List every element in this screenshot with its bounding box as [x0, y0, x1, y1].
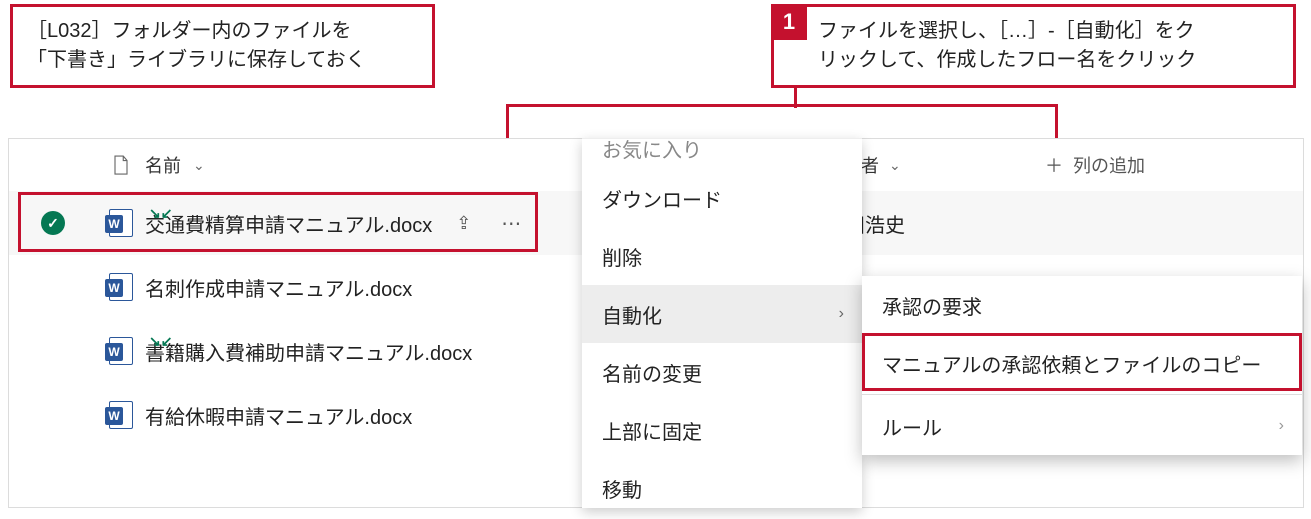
new-indicator-icon: ↘↙ [149, 333, 172, 350]
plus-icon: ＋ [1045, 152, 1063, 178]
menu-item-move[interactable]: 移動 [582, 459, 862, 508]
automate-submenu: 承認の要求 マニュアルの承認依頼とファイルのコピー ルール › [862, 276, 1302, 455]
chevron-down-icon: ⌄ [889, 157, 901, 174]
menu-label: 名前の変更 [602, 358, 702, 387]
word-icon [109, 337, 133, 365]
menu-item-pin[interactable]: 上部に固定 [582, 401, 862, 459]
step-number: 1 [783, 6, 795, 38]
share-icon[interactable]: ⇪ [456, 213, 471, 234]
step-badge: 1 [771, 4, 807, 40]
add-column-button[interactable]: ＋ 列の追加 [1045, 152, 1245, 178]
row-check[interactable]: ✓ [9, 211, 97, 235]
file-name: 有給休暇申請マニュアル.docx [145, 401, 412, 430]
submenu-item-approve[interactable]: 承認の要求 [862, 276, 1302, 334]
menu-label: ダウンロード [602, 184, 722, 213]
callout-left-line2: 「下書き」ライブラリに保存しておく [27, 49, 366, 71]
word-icon [109, 209, 133, 237]
menu-divider [862, 394, 1302, 395]
menu-label: 上部に固定 [602, 416, 702, 445]
menu-item-favorites[interactable]: お気に入り [582, 139, 862, 169]
callout-left: ［L032］フォルダー内のファイルを 「下書き」ライブラリに保存しておく [10, 4, 435, 88]
menu-label: 自動化 [602, 300, 662, 329]
chevron-down-icon: ⌄ [193, 157, 205, 174]
callout-left-line1: ［L032］フォルダー内のファイルを [27, 20, 352, 42]
menu-item-download[interactable]: ダウンロード [582, 169, 862, 227]
file-type-icon [97, 209, 145, 237]
file-type-icon [97, 401, 145, 429]
check-icon: ✓ [41, 211, 65, 235]
menu-item-automate[interactable]: 自動化 › [582, 285, 862, 343]
submenu-label: ルール [882, 412, 942, 441]
menu-label: 削除 [602, 242, 642, 271]
menu-label: お気に入り [602, 138, 702, 163]
header-file-icon[interactable] [97, 154, 145, 176]
context-menu: お気に入り ダウンロード 削除 自動化 › 名前の変更 上部に固定 移動 [582, 138, 862, 508]
file-name: 名刺作成申請マニュアル.docx [145, 273, 412, 302]
menu-item-delete[interactable]: 削除 [582, 227, 862, 285]
file-name: 書籍購入費補助申請マニュアル.docx [145, 337, 472, 366]
add-column-label: 列の追加 [1073, 152, 1145, 178]
chevron-right-icon: › [1279, 417, 1284, 435]
submenu-label: マニュアルの承認依頼とファイルのコピー [882, 349, 1261, 378]
connector-line [794, 85, 797, 108]
new-indicator-icon: ↘↙ [149, 205, 172, 222]
callout-right-line2: リックして、作成したフロー名をクリック [818, 49, 1196, 71]
header-name-label: 名前 [145, 152, 181, 178]
submenu-item-rules[interactable]: ルール › [862, 397, 1302, 455]
chevron-right-icon: › [839, 305, 844, 323]
word-icon [109, 273, 133, 301]
file-type-icon [97, 337, 145, 365]
word-icon [109, 401, 133, 429]
menu-item-rename[interactable]: 名前の変更 [582, 343, 862, 401]
submenu-label: 承認の要求 [882, 291, 982, 320]
more-actions-button[interactable]: ⋯ [501, 211, 523, 236]
file-name: 交通費精算申請マニュアル.docx [145, 209, 432, 238]
submenu-item-flow[interactable]: マニュアルの承認依頼とファイルのコピー [862, 334, 1302, 392]
callout-right-line1: ファイルを選択し、［…］-［自動化］をク [818, 20, 1195, 42]
callout-right: 1 ファイルを選択し、［…］-［自動化］をク リックして、作成したフロー名をクリ… [771, 4, 1296, 88]
file-type-icon [97, 273, 145, 301]
menu-label: 移動 [602, 474, 642, 503]
